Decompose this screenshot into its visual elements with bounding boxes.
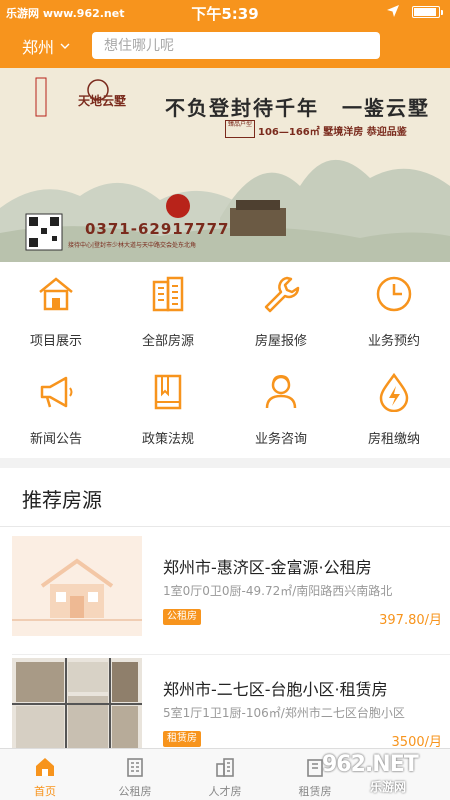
listing-name: 郑州市-惠济区-金富源·公租房: [163, 558, 372, 577]
grid-item-all-listings[interactable]: 全部房源: [112, 262, 224, 360]
header: 乐游网 www.962.net 下午5:39 郑州: [0, 0, 450, 68]
grid-item-rent-payment[interactable]: 房租缴纳: [338, 360, 450, 458]
feature-grid: 项目展示 全部房源 房屋报修 业务预约 新闻公告 政策法规 业务咨询 房租缴纳: [0, 262, 450, 458]
grid-item-appointment[interactable]: 业务预约: [338, 262, 450, 360]
banner-phone: 0371-62917777: [85, 220, 230, 238]
divider: [12, 654, 450, 655]
tab-talent-housing[interactable]: 人才房: [180, 749, 270, 800]
house-icon: [39, 277, 73, 311]
tab-label: 首页: [34, 785, 56, 798]
grid-item-label: 全部房源: [141, 334, 194, 349]
grid-item-label: 政策法规: [141, 432, 194, 447]
grid-item-label: 房租缴纳: [367, 432, 420, 447]
grid-item-repair[interactable]: 房屋报修: [225, 262, 337, 360]
chevron-down-icon: [60, 43, 70, 49]
status-time: 下午5:39: [191, 5, 259, 23]
banner-address: 接待中心|登封市少林大道与天中路交会处东北角: [68, 242, 197, 249]
divider: [0, 526, 450, 527]
listing-thumbnail: [12, 658, 142, 758]
tab-label: 人才房: [208, 785, 242, 798]
banner-brand: 天地云墅: [78, 94, 127, 108]
banner-area-text: 106—166㎡ 墅境洋房 恭迎品鉴: [258, 127, 407, 138]
tab-public-rental[interactable]: 公租房: [90, 749, 180, 800]
grid-item-consult[interactable]: 业务咨询: [225, 360, 337, 458]
listing-item[interactable]: 郑州市-惠济区-金富源·公租房 1室0厅0卫0厨-49.72㎡/南阳路西兴南路北…: [0, 536, 450, 666]
tab-label: 公租房: [118, 785, 152, 798]
grid-item-label: 新闻公告: [29, 432, 82, 447]
recommended-section: 推荐房源 郑州市-惠济区-金富源·公租房 1室0厅0卫0厨-49.72㎡/南阳路…: [0, 468, 450, 758]
floorplan-image: [12, 658, 142, 758]
listing-description: 1室0厅0卫0厨-49.72㎡/南阳路西兴南路北: [163, 584, 393, 598]
wrench-icon: [264, 276, 300, 313]
grid-item-label: 业务预约: [367, 334, 420, 349]
section-title: 推荐房源: [22, 488, 102, 512]
watermark-logo-text: 962.NET: [322, 752, 419, 777]
grid-item-label: 房屋报修: [254, 334, 307, 349]
listing-name: 郑州市-二七区-台胞小区·租赁房: [163, 680, 388, 699]
apartment-icon: [127, 758, 143, 777]
tab-home[interactable]: 首页: [0, 749, 90, 800]
person-icon: [265, 374, 297, 409]
listing-thumbnail: [12, 536, 142, 636]
site-watermark-logo: 962.NET 乐游网: [318, 750, 448, 800]
clock-icon: [376, 276, 412, 312]
listing-price: 397.80/月: [379, 613, 442, 628]
watermark-site-text: 乐游网: [370, 780, 407, 794]
house-illustration-image: [12, 536, 142, 636]
grid-item-project-showcase[interactable]: 项目展示: [0, 262, 112, 360]
book-icon: [154, 374, 182, 410]
banner-slogan-secondary: 一鉴云墅: [342, 96, 430, 120]
search-input[interactable]: [92, 32, 380, 59]
home-icon: [36, 758, 54, 776]
city-selector[interactable]: 郑州: [22, 34, 70, 58]
drop-bolt-icon: [379, 372, 409, 412]
banner-tag: 臻品户型: [225, 120, 255, 138]
city-label: 郑州: [22, 38, 55, 57]
grid-item-label: 业务咨询: [254, 432, 307, 447]
promo-banner[interactable]: 天地云墅 不负登封待千年 一鉴云墅 臻品户型 106—166㎡ 墅境洋房 恭迎品…: [0, 68, 450, 262]
grid-item-policy[interactable]: 政策法规: [112, 360, 224, 458]
building-icon: [152, 276, 184, 312]
location-arrow-icon: [387, 5, 399, 17]
grid-item-label: 项目展示: [29, 334, 82, 349]
battery-icon: [412, 6, 443, 18]
app-screen: 乐游网 www.962.net 下午5:39 郑州 天地云墅 不负登封: [0, 0, 450, 800]
megaphone-icon: [40, 376, 73, 408]
grid-item-news[interactable]: 新闻公告: [0, 360, 112, 458]
tower-icon: [216, 758, 234, 777]
listing-type-badge: 公租房: [163, 609, 201, 625]
listing-type-badge: 租赁房: [163, 731, 201, 747]
status-bar: 乐游网 www.962.net 下午5:39: [0, 0, 450, 24]
listing-description: 5室1厅1卫1厨-106㎡/郑州市二七区台胞小区: [163, 706, 405, 720]
banner-slogan-primary: 不负登封待千年: [165, 96, 319, 120]
